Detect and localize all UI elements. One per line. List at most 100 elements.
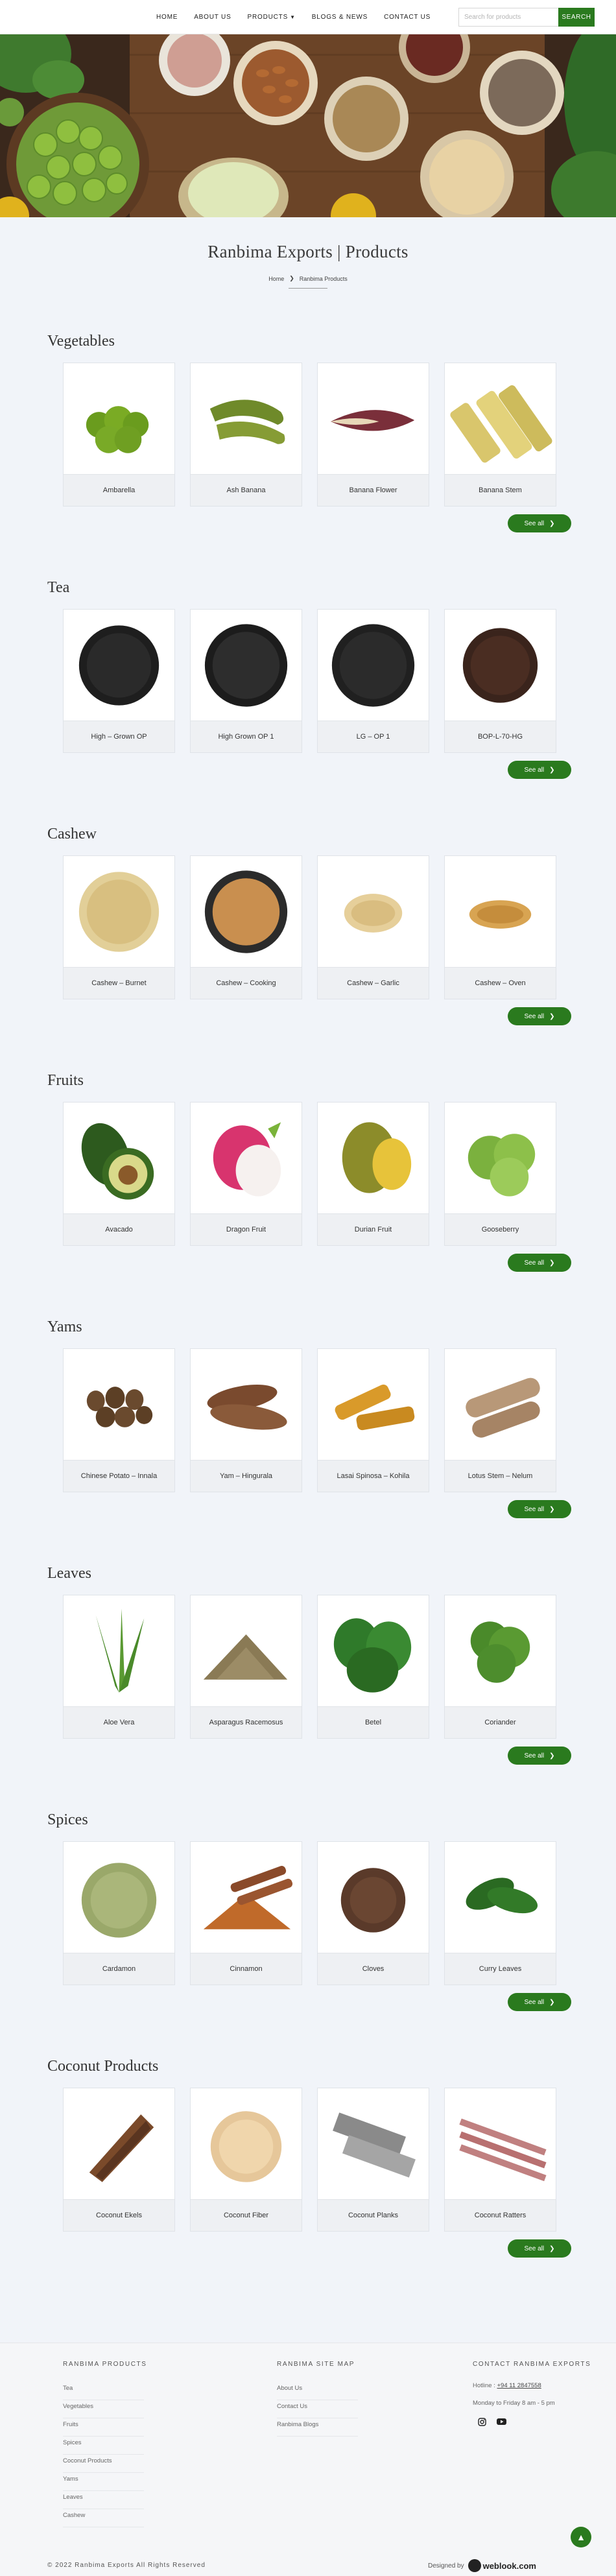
product-image <box>445 1103 556 1214</box>
nav-products[interactable]: PRODUCTS ▼ <box>248 14 296 21</box>
product-name: LG – OP 1 <box>318 721 429 752</box>
product-card[interactable]: Cinnamon <box>190 1841 302 1985</box>
designer-logo[interactable]: weblook.com <box>468 2559 536 2572</box>
scroll-to-top-button[interactable]: ▲ <box>571 2527 591 2547</box>
product-card[interactable]: LG – OP 1 <box>317 609 429 753</box>
footer-link[interactable]: Yams <box>63 2473 144 2491</box>
product-card[interactable]: Ash Banana <box>190 363 302 507</box>
category-title: Fruits <box>47 1072 84 1089</box>
product-card[interactable]: Curry Leaves <box>444 1841 556 1985</box>
hero-banner-image <box>0 34 616 217</box>
product-card[interactable]: Aloe Vera <box>63 1595 175 1739</box>
chevron-right-icon: ❯ <box>549 1259 555 1267</box>
product-image <box>445 856 556 968</box>
footer-link[interactable]: Ranbima Blogs <box>277 2418 358 2437</box>
product-name: Cashew – Burnet <box>64 967 174 999</box>
product-name: Ambarella <box>64 474 174 506</box>
product-card[interactable]: Dragon Fruit <box>190 1102 302 1246</box>
product-card[interactable]: Banana Flower <box>317 363 429 507</box>
product-card[interactable]: Yam – Hingurala <box>190 1348 302 1492</box>
search-button[interactable]: SEARCH <box>558 8 595 27</box>
product-card[interactable]: Banana Stem <box>444 363 556 507</box>
product-card[interactable]: Lasai Spinosa – Kohila <box>317 1348 429 1492</box>
product-image <box>445 610 556 721</box>
product-cards: Cashew – Burnet Cashew – Cooking Cashew – … <box>63 855 556 999</box>
see-all-button[interactable]: See all ❯ <box>508 2239 571 2258</box>
product-card[interactable]: Coconut Fiber <box>190 2088 302 2232</box>
product-card[interactable]: Chinese Potato – Innala <box>63 1348 175 1492</box>
footer-contact-title: CONTACT RANBIMA EXPORTS <box>473 2361 591 2368</box>
designed-by-label: Designed by <box>428 2562 464 2570</box>
product-card[interactable]: High – Grown OP <box>63 609 175 753</box>
product-name: Curry Leaves <box>445 1953 556 1985</box>
product-image <box>191 1349 302 1461</box>
category-title: Coconut Products <box>47 2058 159 2075</box>
see-all-button[interactable]: See all ❯ <box>508 1500 571 1518</box>
product-name: Aloe Vera <box>64 1706 174 1738</box>
chevron-right-icon: ❯ <box>549 766 555 774</box>
footer-link[interactable]: Contact Us <box>277 2400 358 2418</box>
product-image <box>445 1842 556 1953</box>
nav-contact-us[interactable]: CONTACT US <box>384 14 431 21</box>
footer-link[interactable]: Coconut Products <box>63 2455 144 2473</box>
chevron-right-icon: ❯ <box>549 2245 555 2252</box>
search-input[interactable] <box>458 8 558 27</box>
breadcrumb-home[interactable]: Home <box>268 276 284 282</box>
product-name: BOP-L-70-HG <box>445 721 556 752</box>
instagram-icon[interactable] <box>478 2418 486 2428</box>
product-card[interactable]: Coriander <box>444 1595 556 1739</box>
product-card[interactable]: Coconut Ratters <box>444 2088 556 2232</box>
product-card[interactable]: Coconut Ekels <box>63 2088 175 2232</box>
product-card[interactable]: Cashew – Garlic <box>317 855 429 999</box>
hotline-label: Hotline : <box>473 2382 495 2389</box>
nav-home[interactable]: HOME <box>156 14 178 21</box>
product-name: Avacado <box>64 1213 174 1245</box>
chevron-right-icon: ❯ <box>289 275 294 281</box>
page: HOME ABOUT US PRODUCTS ▼ BLOGS & NEWS CON… <box>0 0 616 2576</box>
see-all-button[interactable]: See all ❯ <box>508 514 571 532</box>
nav-blogs-news[interactable]: BLOGS & NEWS <box>312 14 368 21</box>
product-image <box>64 1842 174 1953</box>
see-all-label: See all <box>524 1752 545 1759</box>
product-card[interactable]: Gooseberry <box>444 1102 556 1246</box>
footer-link[interactable]: Leaves <box>63 2491 144 2509</box>
product-card[interactable]: Coconut Planks <box>317 2088 429 2232</box>
product-card[interactable]: Cloves <box>317 1841 429 1985</box>
see-all-button[interactable]: See all ❯ <box>508 1254 571 1272</box>
footer-hours: Monday to Friday 8 am - 5 pm <box>473 2400 555 2407</box>
product-image <box>318 1842 429 1953</box>
footer-link[interactable]: Fruits <box>63 2418 144 2437</box>
product-card[interactable]: BOP-L-70-HG <box>444 609 556 753</box>
product-card[interactable]: Cashew – Cooking <box>190 855 302 999</box>
product-name: Banana Flower <box>318 474 429 506</box>
see-all-button[interactable]: See all ❯ <box>508 1007 571 1025</box>
see-all-button[interactable]: See all ❯ <box>508 761 571 779</box>
product-image <box>445 1349 556 1461</box>
youtube-icon[interactable] <box>497 2418 506 2428</box>
social-links <box>478 2418 506 2428</box>
product-card[interactable]: Cardamon <box>63 1841 175 1985</box>
product-card[interactable]: Cashew – Oven <box>444 855 556 999</box>
nav-about-us[interactable]: ABOUT US <box>194 14 231 21</box>
footer-link[interactable]: About Us <box>277 2382 358 2400</box>
footer-link[interactable]: Tea <box>63 2382 144 2400</box>
product-image <box>445 1595 556 1707</box>
footer-products-title: RANBIMA PRODUCTS <box>63 2361 147 2368</box>
see-all-button[interactable]: See all ❯ <box>508 1747 571 1765</box>
footer-link[interactable]: Spices <box>63 2437 144 2455</box>
product-name: Cashew – Cooking <box>191 967 302 999</box>
product-card[interactable]: Ambarella <box>63 363 175 507</box>
footer-link[interactable]: Cashew <box>63 2509 144 2527</box>
product-card[interactable]: Asparagus Racemosus <box>190 1595 302 1739</box>
product-card[interactable]: Betel <box>317 1595 429 1739</box>
product-image <box>318 363 429 475</box>
product-card[interactable]: Durian Fruit <box>317 1102 429 1246</box>
product-card[interactable]: Avacado <box>63 1102 175 1246</box>
product-card[interactable]: Cashew – Burnet <box>63 855 175 999</box>
product-card[interactable]: Lotus Stem – Nelum <box>444 1348 556 1492</box>
product-card[interactable]: High Grown OP 1 <box>190 609 302 753</box>
hotline-number[interactable]: +94 11 2847558 <box>497 2382 541 2389</box>
see-all-button[interactable]: See all ❯ <box>508 1993 571 2011</box>
product-name: High Grown OP 1 <box>191 721 302 752</box>
footer-link[interactable]: Vegetables <box>63 2400 144 2418</box>
